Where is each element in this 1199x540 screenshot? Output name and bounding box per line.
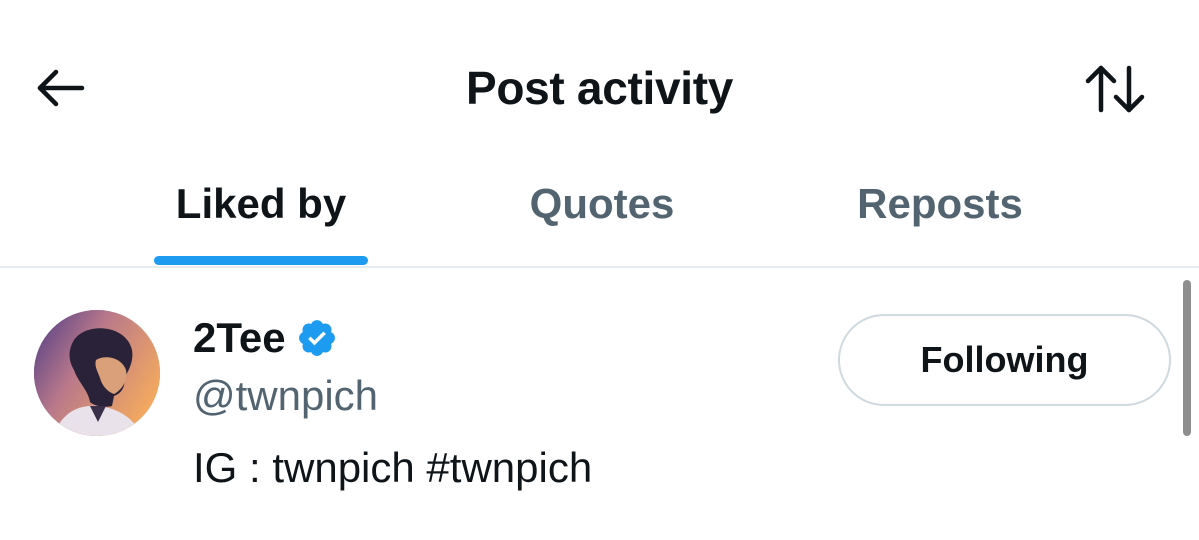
user-bio: IG : twnpich #twnpich xyxy=(193,444,593,491)
active-tab-indicator xyxy=(154,256,368,265)
verified-badge-icon xyxy=(298,320,335,356)
tab-label: Quotes xyxy=(529,180,675,227)
tab-liked-by[interactable]: Liked by xyxy=(154,178,368,268)
sort-arrows-icon xyxy=(1085,65,1145,113)
tab-label: Liked by xyxy=(175,180,347,227)
user-handle: @twnpich xyxy=(193,372,379,419)
tab-quotes[interactable]: Quotes xyxy=(480,178,724,268)
page-title: Post activity xyxy=(465,62,734,114)
user-name-line: 2Tee xyxy=(193,310,338,366)
scrollbar[interactable] xyxy=(1183,280,1191,436)
display-name[interactable]: 2Tee xyxy=(193,312,286,364)
tab-label: Reposts xyxy=(857,180,1023,227)
tab-reposts[interactable]: Reposts xyxy=(810,178,1070,268)
user-list-item[interactable]: 2Tee @twnpich IG : twnpich #twnpich Foll… xyxy=(0,268,1199,540)
sort-button[interactable] xyxy=(1082,60,1148,118)
avatar[interactable] xyxy=(34,310,160,436)
top-bar: Post activity xyxy=(0,0,1199,160)
following-button[interactable]: Following xyxy=(838,314,1171,406)
tab-bar: Liked by Quotes Reposts xyxy=(0,160,1199,268)
avatar-image xyxy=(34,310,160,436)
